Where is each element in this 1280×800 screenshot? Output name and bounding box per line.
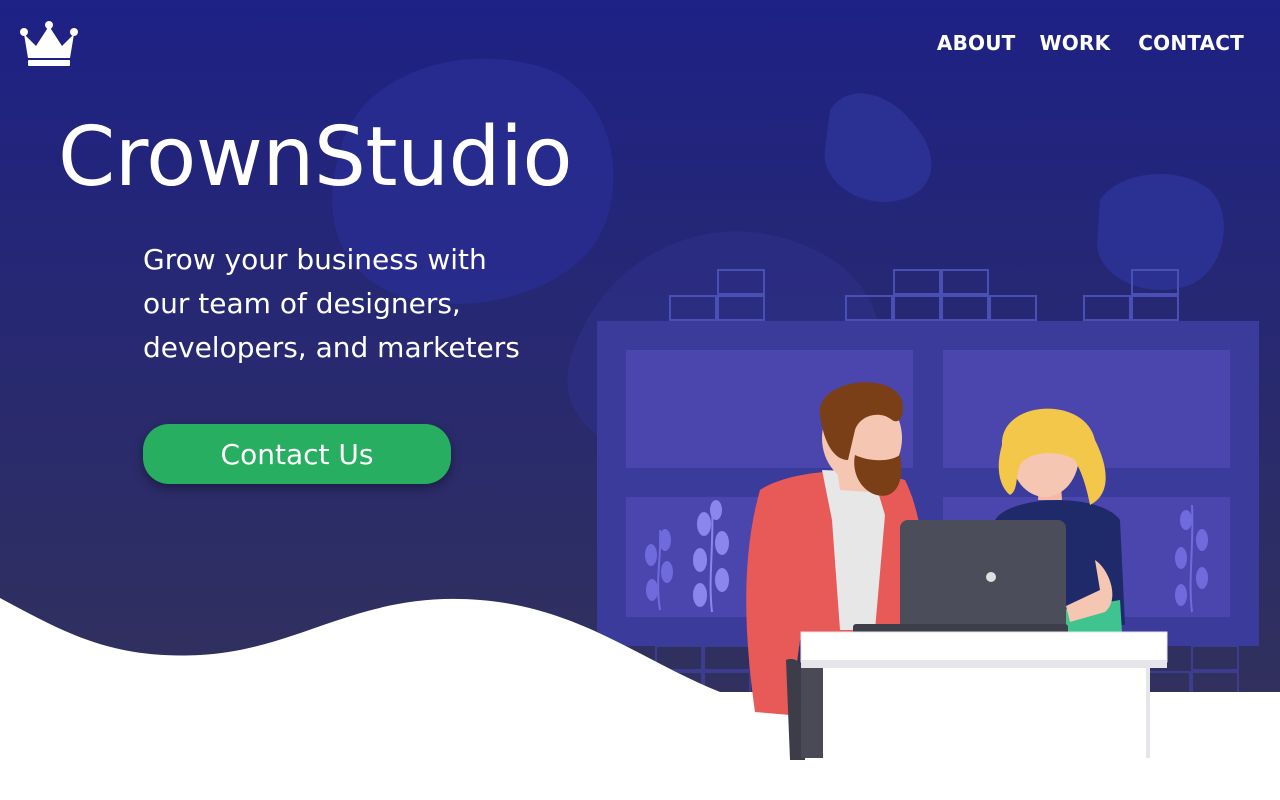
tagline-line: Grow your business with	[143, 243, 487, 276]
hero-section: ABOUT WORK CONTACT CrownStudio Grow your…	[0, 0, 1280, 800]
tagline-line: developers, and marketers	[143, 331, 520, 364]
contact-us-button[interactable]: Contact Us	[143, 424, 451, 484]
nav-link-contact[interactable]: CONTACT	[1138, 30, 1244, 56]
nav-link-work[interactable]: WORK	[1040, 30, 1111, 56]
crown-logo[interactable]	[20, 20, 78, 68]
crown-icon	[20, 21, 78, 66]
nav-link-about[interactable]: ABOUT	[937, 30, 1016, 56]
main-nav: ABOUT WORK CONTACT	[913, 30, 1244, 56]
tagline-line: our team of designers,	[143, 287, 461, 320]
hero-tagline: Grow your business with our team of desi…	[143, 238, 563, 370]
brand-title: CrownStudio	[58, 110, 573, 205]
